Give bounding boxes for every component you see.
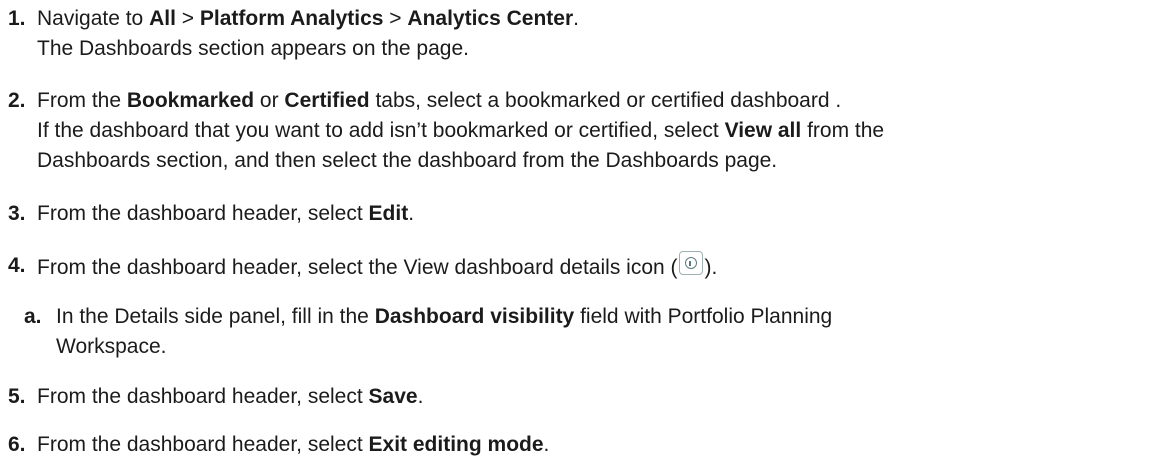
step-line: Dashboards section, and then select the … <box>37 149 778 172</box>
step-line: From the dashboard header, select Edit. <box>37 202 415 225</box>
step-line: From the dashboard header, select Exit e… <box>37 433 550 456</box>
save-label: Save <box>368 385 418 408</box>
nav-all: All <box>149 7 176 30</box>
edit-label: Edit <box>368 202 409 225</box>
step-body: From the Bookmarked or Certified tabs, s… <box>37 86 884 176</box>
step-body: From the dashboard header, select Exit e… <box>37 430 549 460</box>
certified-tab-label: Certified <box>284 89 370 112</box>
step-number: 3. <box>8 202 26 225</box>
step-line: Workspace. <box>56 335 167 358</box>
view-all-label: View all <box>724 119 802 142</box>
dashboard-visibility-label: Dashboard visibility <box>374 305 575 328</box>
step-number: 4. <box>8 254 26 277</box>
step-number: 6. <box>8 433 26 456</box>
substep-letter: a. <box>24 305 42 328</box>
bookmarked-tab-label: Bookmarked <box>126 89 255 112</box>
info-icon <box>678 251 703 275</box>
step-line: Navigate to All > Platform Analytics > A… <box>37 7 579 30</box>
step-line: From the dashboard header, select Save. <box>37 385 424 408</box>
step-body: From the dashboard header, select Save. <box>37 382 423 412</box>
substep-body: In the Details side panel, fill in the D… <box>56 302 832 362</box>
procedure-steps: 1. Navigate to All > Platform Analytics … <box>0 0 1176 473</box>
nav-analytics-center: Analytics Center <box>407 7 574 30</box>
step-body: From the dashboard header, select the Vi… <box>37 251 717 283</box>
nav-platform-analytics: Platform Analytics <box>199 7 384 30</box>
step-line: From the dashboard header, select the Vi… <box>37 251 717 283</box>
exit-editing-mode-label: Exit editing mode <box>368 433 544 456</box>
step-body: Navigate to All > Platform Analytics > A… <box>37 4 579 64</box>
step-number: 5. <box>8 385 26 408</box>
step-body: From the dashboard header, select Edit. <box>37 199 414 229</box>
step-line: The Dashboards section appears on the pa… <box>37 37 469 60</box>
step-line: If the dashboard that you want to add is… <box>37 119 885 142</box>
step-number: 1. <box>8 7 26 30</box>
step-number: 2. <box>8 89 26 112</box>
step-line: From the Bookmarked or Certified tabs, s… <box>37 89 842 112</box>
step-line: In the Details side panel, fill in the D… <box>56 305 833 328</box>
